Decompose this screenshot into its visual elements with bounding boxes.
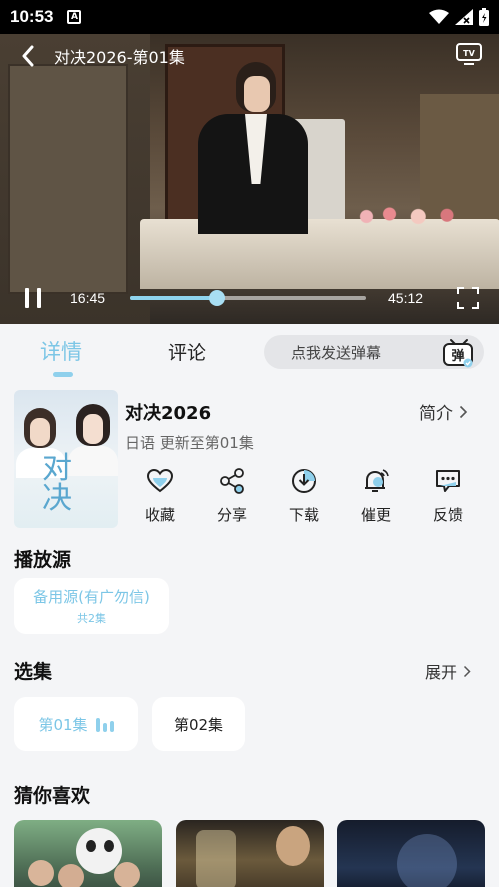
source-name: 备用源(有广勿信) <box>33 588 150 606</box>
battery-icon <box>479 8 489 26</box>
notification-icon: A <box>67 10 82 24</box>
video-frame-counter <box>140 219 499 289</box>
cast-tv-icon[interactable]: TV <box>455 42 483 70</box>
recommend-item-3[interactable] <box>337 820 485 887</box>
video-frame-flowers <box>355 204 470 229</box>
feedback-button[interactable]: 反馈 <box>416 466 480 525</box>
danmaku-icon-text: 弹 <box>451 348 464 364</box>
tab-details[interactable]: 详情 <box>40 336 82 366</box>
tab-indicator <box>53 372 73 377</box>
chevron-right-icon <box>459 405 468 418</box>
poster-title: 对决 <box>42 451 72 516</box>
favorite-button[interactable]: 收藏 <box>128 466 192 525</box>
show-meta: 日语 更新至第01集 <box>125 434 254 452</box>
status-time: 10:53 <box>10 7 54 26</box>
favorite-label: 收藏 <box>144 506 175 524</box>
chevron-right-icon <box>463 665 471 677</box>
danmaku-input[interactable]: 点我发送弹幕 弹 <box>264 335 484 369</box>
episode-item-1[interactable]: 第01集 <box>14 697 138 751</box>
wifi-icon <box>429 9 449 24</box>
download-label: 下载 <box>288 506 319 524</box>
seek-bar-progress <box>130 296 218 300</box>
share-label: 分享 <box>216 506 247 524</box>
download-button[interactable]: 下载 <box>272 466 336 525</box>
action-bar: 收藏 分享 下载 催更 反馈 <box>126 466 486 530</box>
episode-label: 第02集 <box>173 715 224 734</box>
recommend-item-1[interactable] <box>14 820 162 887</box>
video-frame-person <box>198 62 308 234</box>
fullscreen-icon[interactable] <box>455 285 481 311</box>
download-icon <box>289 466 319 496</box>
intro-label: 简介 <box>419 404 453 424</box>
video-title: 对决2026-第01集 <box>54 48 185 67</box>
feedback-label: 反馈 <box>432 506 463 524</box>
show-poster[interactable]: 对决 <box>14 390 118 528</box>
signal-icon <box>455 9 473 25</box>
video-frame-door <box>8 64 128 294</box>
seek-bar[interactable] <box>130 290 366 306</box>
seek-bar-thumb[interactable] <box>209 290 226 306</box>
episodes-section-title: 选集 <box>14 661 53 683</box>
status-indicators <box>429 8 489 26</box>
player-top-bar: 对决2026-第01集 TV <box>0 34 499 78</box>
bell-icon <box>361 466 391 496</box>
player-controls: 16:45 45:12 <box>0 280 499 316</box>
remind-update-button[interactable]: 催更 <box>344 466 408 525</box>
feedback-icon <box>433 466 463 496</box>
source-episode-count: 共2集 <box>77 612 106 625</box>
now-playing-icon <box>95 716 114 732</box>
intro-button[interactable]: 简介 <box>419 399 468 424</box>
pause-icon[interactable] <box>18 283 48 313</box>
status-bar: 10:53 A <box>0 0 499 34</box>
expand-episodes-button[interactable]: 展开 <box>425 659 471 683</box>
back-arrow-icon[interactable] <box>16 44 40 68</box>
tab-comments[interactable]: 评论 <box>168 338 206 365</box>
source-option[interactable]: 备用源(有广勿信) 共2集 <box>14 578 169 634</box>
show-title: 对决2026 <box>125 403 212 424</box>
share-button[interactable]: 分享 <box>200 466 264 525</box>
source-section-title: 播放源 <box>14 549 72 571</box>
current-time: 16:45 <box>70 290 106 306</box>
recommend-section-title: 猜你喜欢 <box>14 785 91 807</box>
svg-text:TV: TV <box>463 49 475 58</box>
danmaku-placeholder: 点我发送弹幕 <box>291 343 382 362</box>
episode-item-2[interactable]: 第02集 <box>152 697 245 751</box>
recommend-item-2[interactable] <box>176 820 324 887</box>
danmaku-toggle-icon[interactable]: 弹 <box>442 338 476 368</box>
video-player[interactable]: 对决2026-第01集 TV 16:45 45:12 <box>0 34 499 324</box>
heart-icon <box>145 466 175 496</box>
detail-tabs: 详情 评论 点我发送弹幕 弹 <box>0 324 499 380</box>
episode-label: 第01集 <box>38 715 88 734</box>
expand-label: 展开 <box>425 663 458 682</box>
total-time: 45:12 <box>388 290 424 306</box>
share-icon <box>217 466 247 496</box>
remind-update-label: 催更 <box>360 506 391 524</box>
